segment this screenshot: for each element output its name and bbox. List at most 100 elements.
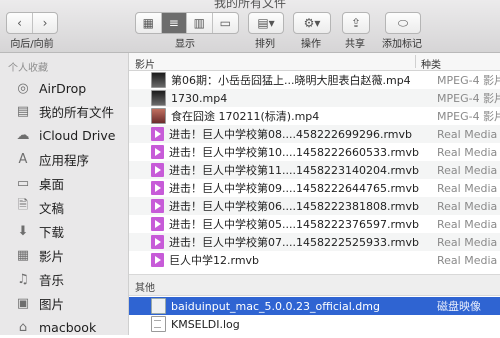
- sidebar-item-label: 影片: [39, 248, 65, 264]
- sidebar-item-icloud[interactable]: ☁ iCloud Drive: [0, 124, 128, 146]
- file-row[interactable]: 1730.mp4 MPEG-4 影片: [129, 89, 500, 107]
- file-kind: Real Media: [437, 127, 498, 141]
- rmvb-file-icon: [151, 163, 164, 177]
- rmvb-file-icon: [151, 145, 164, 159]
- tag-label: 添加标记: [382, 39, 422, 50]
- downloads-icon: ⬇: [17, 223, 29, 239]
- back-button[interactable]: ‹: [7, 13, 33, 33]
- file-kind: Real Media: [437, 253, 498, 267]
- file-name: 进击！巨人中学校第08....458222699296.rmvb: [169, 128, 412, 141]
- arrange-icon: ▤▾: [257, 16, 275, 30]
- sidebar: 个人收藏 ◎ AirDrop ▤ 我的所有文件 ☁ iCloud Drive A…: [0, 53, 129, 335]
- file-row[interactable]: 进击！巨人中学校第08....458222699296.rmvb Real Me…: [129, 125, 500, 143]
- action-button[interactable]: ⚙▾: [293, 12, 331, 34]
- share-label: 共享: [345, 39, 365, 50]
- action-label: 操作: [301, 39, 321, 50]
- rmvb-file-icon: [151, 217, 164, 231]
- file-name: 进击！巨人中学校第11....1458223140204.rmvb: [169, 164, 419, 177]
- applications-icon: A: [18, 151, 28, 167]
- cover-flow-button[interactable]: ▭: [213, 13, 238, 33]
- sidebar-item-documents[interactable]: 🗎 文稿: [0, 196, 128, 218]
- file-kind: Real Media: [437, 163, 498, 177]
- column-header-bar: 影片 种类: [129, 53, 500, 71]
- share-button[interactable]: ⇪: [342, 12, 370, 34]
- cloud-icon: ☁: [16, 127, 30, 143]
- file-kind: MPEG-4 影片: [437, 110, 500, 123]
- sidebar-item-pictures[interactable]: ▣ 图片: [0, 292, 128, 314]
- list-view-button[interactable]: ≡: [161, 13, 187, 33]
- documents-icon: 🗎: [17, 198, 29, 213]
- file-row[interactable]: 巨人中学12.rmvb Real Media: [129, 251, 500, 269]
- name-column-header[interactable]: 影片: [135, 56, 155, 71]
- video-file-icon: [151, 90, 166, 106]
- file-name: 1730.mp4: [171, 91, 228, 105]
- sidebar-item-label: AirDrop: [39, 80, 87, 96]
- sidebar-item-label: 图片: [39, 296, 65, 312]
- chevron-right-icon: ›: [42, 16, 48, 30]
- rmvb-file-icon: [151, 199, 164, 213]
- chevron-left-icon: ‹: [17, 16, 22, 30]
- group-header-other: 其他: [129, 274, 500, 296]
- video-file-icon: [151, 108, 166, 124]
- kind-column-header[interactable]: 种类: [421, 56, 441, 71]
- airdrop-icon: ◎: [17, 80, 29, 96]
- file-name: 进击！巨人中学校第10....1458222660533.rmvb: [169, 146, 419, 159]
- file-name: 第06期：小岳岳囧猛上...晓明大胆表白赵薇.mp4: [171, 74, 411, 87]
- grid-icon: ▦: [142, 16, 154, 30]
- file-row[interactable]: KMSELDI.log: [129, 315, 500, 333]
- sidebar-item-movies[interactable]: ▦ 影片: [0, 244, 128, 266]
- nav-label: 向后/向前: [10, 39, 54, 50]
- column-separator[interactable]: [415, 55, 416, 68]
- sidebar-item-desktop[interactable]: ▭ 桌面: [0, 172, 128, 194]
- list-icon: ≡: [168, 16, 179, 30]
- sidebar-item-label: macbook: [39, 319, 97, 335]
- file-name: KMSELDI.log: [171, 317, 240, 331]
- sidebar-item-music[interactable]: ♫ 音乐: [0, 268, 128, 290]
- file-row[interactable]: 进击！巨人中学校第09....1458222644765.rmvb Real M…: [129, 179, 500, 197]
- icon-view-button[interactable]: ▦: [136, 13, 162, 33]
- columns-icon: ▥: [193, 16, 205, 30]
- sidebar-item-label: 应用程序: [39, 152, 90, 168]
- file-name: baiduinput_mac_5.0.0.23_official.dmg: [171, 299, 380, 313]
- file-kind: Real Media: [437, 199, 498, 213]
- sidebar-item-downloads[interactable]: ⬇ 下载: [0, 220, 128, 242]
- file-row[interactable]: 进击！巨人中学校第07....1458222525933.rmvb Real M…: [129, 233, 500, 251]
- nav-buttons: ‹ ›: [6, 12, 58, 34]
- file-row[interactable]: 食在囧途 170211(标清).mp4 MPEG-4 影片: [129, 107, 500, 125]
- file-row[interactable]: 进击！巨人中学校第05....1458222376597.rmvb Real M…: [129, 215, 500, 233]
- pictures-icon: ▣: [16, 295, 30, 311]
- file-row[interactable]: 进击！巨人中学校第11....1458223140204.rmvb Real M…: [129, 161, 500, 179]
- file-name: 进击！巨人中学校第09....1458222644765.rmvb: [169, 182, 419, 195]
- file-kind: MPEG-4 影片: [437, 92, 500, 105]
- rmvb-file-icon: [151, 181, 164, 195]
- file-name: 巨人中学12.rmvb: [169, 254, 260, 267]
- file-row[interactable]: 进击！巨人中学校第10....1458222660533.rmvb Real M…: [129, 143, 500, 161]
- share-icon: ⇪: [350, 16, 362, 30]
- sidebar-item-applications[interactable]: A 应用程序: [0, 148, 128, 170]
- file-kind: Real Media: [437, 235, 498, 249]
- cover-flow-icon: ▭: [219, 16, 231, 30]
- file-kind: 磁盘映像: [437, 300, 481, 313]
- file-row-selected[interactable]: baiduinput_mac_5.0.0.23_official.dmg 磁盘映…: [129, 297, 500, 315]
- file-name: 进击！巨人中学校第05....1458222376597.rmvb: [169, 218, 419, 231]
- sidebar-item-label: 音乐: [39, 272, 65, 288]
- sidebar-item-all-files[interactable]: ▤ 我的所有文件: [0, 100, 128, 122]
- sidebar-item-label: 桌面: [39, 176, 65, 192]
- file-name: 食在囧途 170211(标清).mp4: [171, 110, 320, 123]
- column-view-button[interactable]: ▥: [187, 13, 213, 33]
- sidebar-item-airdrop[interactable]: ◎ AirDrop: [0, 77, 128, 99]
- desktop-icon: ▭: [16, 175, 30, 191]
- file-kind: Real Media: [437, 145, 498, 159]
- forward-button[interactable]: ›: [33, 13, 57, 33]
- file-name: 进击！巨人中学校第06....1458222381808.rmvb: [169, 200, 419, 213]
- file-kind: MPEG-4 影片: [437, 74, 500, 87]
- sidebar-heading: 个人收藏: [8, 63, 48, 74]
- file-row[interactable]: 第06期：小岳岳囧猛上...晓明大胆表白赵薇.mp4 MPEG-4 影片: [129, 71, 500, 89]
- video-file-icon: [151, 72, 166, 88]
- arrange-button[interactable]: ▤▾: [248, 12, 284, 34]
- tag-icon: ⬭: [397, 15, 409, 30]
- file-row[interactable]: 进击！巨人中学校第06....1458222381808.rmvb Real M…: [129, 197, 500, 215]
- home-icon: ⌂: [18, 319, 28, 335]
- group-header-label: 其他: [135, 283, 155, 294]
- tag-button[interactable]: ⬭: [385, 12, 421, 34]
